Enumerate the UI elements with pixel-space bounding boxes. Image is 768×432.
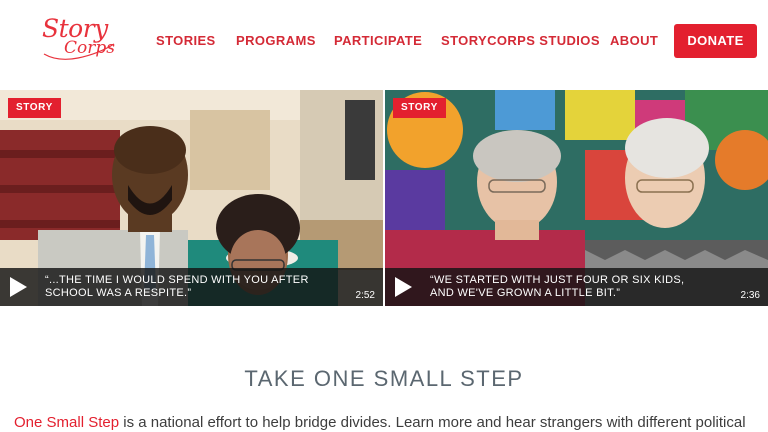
story-badge: STORY <box>8 98 61 118</box>
nav-item-programs[interactable]: PROGRAMS <box>236 33 316 48</box>
nav-item-storycorps-studios[interactable]: STORYCORPS STUDIOS <box>441 33 600 48</box>
section-intro: One Small Step is a national effort to h… <box>14 414 768 431</box>
play-icon <box>395 277 412 297</box>
play-button[interactable] <box>0 268 36 306</box>
one-small-step-link[interactable]: One Small Step <box>14 414 119 431</box>
video-quote: “...THE TIME I WOULD SPEND WITH YOU AFTE… <box>45 274 309 299</box>
logo-line-2: Corps <box>64 38 115 58</box>
play-button[interactable] <box>385 268 421 306</box>
story-badge: STORY <box>393 98 446 118</box>
video-caption-bar: “...THE TIME I WOULD SPEND WITH YOU AFTE… <box>0 268 383 306</box>
video-card-1[interactable]: STORY “...THE TIME I WOULD SPEND WITH YO… <box>0 90 383 306</box>
video-caption-bar: “WE STARTED WITH JUST FOUR OR SIX KIDS, … <box>385 268 768 306</box>
storycorps-logo[interactable]: Story Corps <box>38 14 118 66</box>
video-duration: 2:52 <box>355 290 375 301</box>
section-title: TAKE ONE SMALL STEP <box>244 366 524 391</box>
nav-item-about[interactable]: ABOUT <box>610 33 658 48</box>
play-icon <box>10 277 27 297</box>
video-card-2[interactable]: STORY “WE STARTED WITH JUST FOUR OR SIX … <box>385 90 768 306</box>
donate-button[interactable]: DONATE <box>674 24 757 58</box>
nav-item-participate[interactable]: PARTICIPATE <box>334 33 422 48</box>
section-body-text: is a national effort to help bridge divi… <box>119 414 746 431</box>
site-header: Story Corps STORIES PROGRAMS PARTICIPATE… <box>0 0 768 90</box>
video-duration: 2:36 <box>740 290 760 301</box>
video-quote: “WE STARTED WITH JUST FOUR OR SIX KIDS, … <box>430 274 685 299</box>
nav-item-stories[interactable]: STORIES <box>156 33 216 48</box>
